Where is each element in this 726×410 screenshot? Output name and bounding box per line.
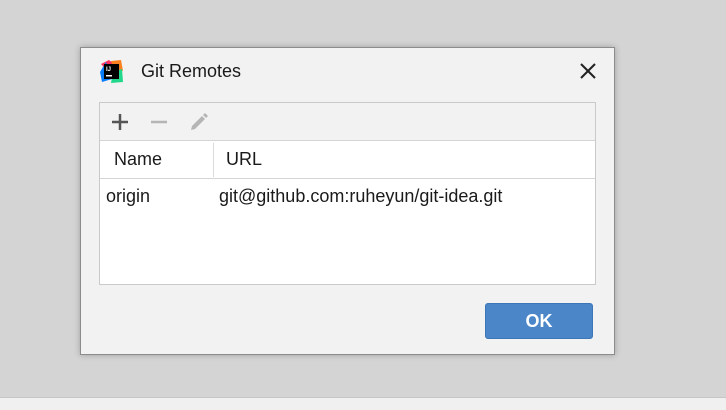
minus-icon[interactable] [148,111,170,133]
plus-icon[interactable] [109,111,131,133]
ok-button[interactable]: OK [485,303,593,339]
dialog-titlebar: IJ Git Remotes [81,48,614,94]
pencil-icon[interactable] [188,111,210,133]
column-divider[interactable] [213,143,214,177]
background-strip [0,397,726,410]
remotes-panel: Name URL origin git@github.com:ruheyun/g… [99,102,596,285]
close-icon[interactable] [576,59,600,83]
column-header-name[interactable]: Name [114,141,162,178]
intellij-idea-icon: IJ [100,60,123,83]
table-row[interactable]: origin git@github.com:ruheyun/git-idea.g… [100,179,595,213]
table-header: Name URL [100,141,595,179]
svg-text:IJ: IJ [106,67,111,73]
remote-url-cell: git@github.com:ruheyun/git-idea.git [219,186,503,206]
column-header-url[interactable]: URL [226,141,262,178]
remotes-toolbar [100,103,595,141]
dialog-title: Git Remotes [141,61,242,81]
git-remotes-dialog: IJ Git Remotes Name URL origin git@githu… [80,47,615,355]
remote-name-cell: origin [106,186,151,206]
